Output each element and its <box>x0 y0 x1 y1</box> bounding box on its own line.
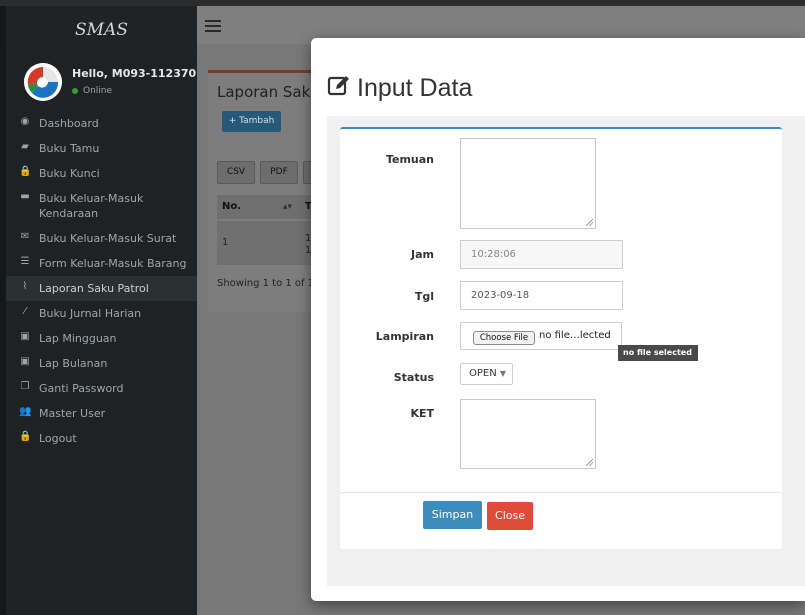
choose-file-button[interactable]: Choose File <box>473 331 535 345</box>
book-icon: ▰ <box>21 141 29 152</box>
table-cell-no: 1 <box>222 237 229 248</box>
avatar <box>24 63 62 101</box>
table-info: Showing 1 to 1 of 1 <box>217 278 315 289</box>
add-button[interactable]: + Tambah <box>222 111 281 132</box>
temuan-textarea[interactable] <box>460 138 596 229</box>
save-button[interactable]: Simpan <box>423 501 482 529</box>
app-logo-text[interactable]: SMAS <box>6 6 197 54</box>
sidebar-item-lap-mingguan[interactable]: ▣ Lap Mingguan <box>6 326 197 351</box>
sidebar-item-dashboard[interactable]: ◉ Dashboard <box>6 111 197 136</box>
sidebar-item-label: Laporan Saku Patrol <box>39 282 149 295</box>
hamburger-menu-icon[interactable] <box>205 25 221 27</box>
copy-icon: ❐ <box>20 381 30 392</box>
status-select[interactable]: OPEN ▼ <box>460 363 513 385</box>
ket-textarea[interactable] <box>460 399 596 469</box>
sidebar-menu: ◉ Dashboard ▰ Buku Tamu 🔒 Buku Kunci ▬ B… <box>6 111 197 451</box>
sidebar-item-laporan-saku-patrol[interactable]: ⌇ Laporan Saku Patrol <box>6 276 197 301</box>
paperclip-icon: ⌇ <box>22 281 28 292</box>
sidebar-item-surat[interactable]: ✉ Buku Keluar-Masuk Surat <box>6 226 197 251</box>
resize-grip-icon[interactable] <box>586 219 593 226</box>
sidebar-item-barang[interactable]: ☰ Form Keluar-Masuk Barang <box>6 251 197 276</box>
form-footer-divider <box>340 492 782 493</box>
user-panel: Hello, M093-112370 Online <box>6 54 197 110</box>
sidebar-item-label: Buku Keluar-Masuk Surat <box>39 232 177 245</box>
status-value: OPEN <box>469 368 497 379</box>
edit-icon <box>327 76 349 96</box>
table-header-label: No. <box>222 201 242 212</box>
lock-icon: 🔒 <box>19 166 32 177</box>
sidebar-item-buku-tamu[interactable]: ▰ Buku Tamu <box>6 136 197 161</box>
status-label: Status <box>393 371 434 384</box>
company-logo-icon <box>24 63 62 101</box>
list-icon: ☰ <box>20 256 30 267</box>
modal-title-text: Input Data <box>357 74 473 102</box>
user-greeting: Hello, M093-112370 <box>72 67 197 80</box>
money-icon: ▣ <box>20 356 30 367</box>
wand-icon: ⁄ <box>24 306 26 317</box>
chevron-down-icon: ▼ <box>499 369 506 378</box>
truck-icon: ▬ <box>20 191 30 202</box>
export-csv-button[interactable]: CSV <box>217 161 255 184</box>
page-title: Laporan Saku <box>217 83 320 101</box>
sidebar-item-ganti-password[interactable]: ❐ Ganti Password <box>6 376 197 401</box>
sidebar-item-jurnal-harian[interactable]: ⁄ Buku Jurnal Harian <box>6 301 197 326</box>
sidebar-item-buku-kunci[interactable]: 🔒 Buku Kunci <box>6 161 197 186</box>
close-button[interactable]: Close <box>487 502 533 530</box>
online-dot-icon <box>72 87 78 94</box>
sidebar-item-label: Buku Kunci <box>39 167 100 180</box>
dashboard-icon: ◉ <box>20 116 30 127</box>
sidebar-item-label: Lap Bulanan <box>39 357 108 370</box>
sidebar-item-label: Master User <box>39 407 106 420</box>
file-name-text: no file…lected <box>539 330 611 341</box>
report-box <box>208 70 328 312</box>
modal-title: Input Data <box>327 74 472 103</box>
export-pdf-button[interactable]: PDF <box>260 161 298 184</box>
lock-icon: 🔒 <box>19 431 32 442</box>
resize-grip-icon[interactable] <box>586 459 593 466</box>
tgl-input[interactable]: 2023-09-18 <box>460 281 623 310</box>
temuan-label: Temuan <box>385 153 434 166</box>
sort-icon: ▴▾ <box>283 202 293 212</box>
money-icon: ▣ <box>20 331 30 342</box>
lampiran-label: Lampiran <box>375 330 434 343</box>
envelope-icon: ✉ <box>20 231 30 242</box>
jam-label: Jam <box>411 248 434 261</box>
sidebar-item-label: Logout <box>39 432 77 445</box>
jam-input[interactable]: 10:28:06 <box>460 240 623 269</box>
user-status: Online <box>72 86 112 96</box>
sidebar-item-label: Buku Jurnal Harian <box>39 307 142 320</box>
sidebar-item-logout[interactable]: 🔒 Logout <box>6 426 197 451</box>
sidebar-item-lap-bulanan[interactable]: ▣ Lap Bulanan <box>6 351 197 376</box>
user-status-text: Online <box>83 86 113 96</box>
sidebar-item-label: Lap Mingguan <box>39 332 117 345</box>
sidebar-item-label: Buku Tamu <box>39 142 100 155</box>
sidebar-item-master-user[interactable]: 👥 Master User <box>6 401 197 426</box>
tgl-label: Tgl <box>414 290 434 303</box>
sidebar-item-kendaraan[interactable]: ▬ Buku Keluar-Masuk Kendaraan <box>6 186 197 226</box>
sidebar-item-label: Dashboard <box>39 117 99 130</box>
sidebar-item-label: Ganti Password <box>39 382 124 395</box>
ket-label: KET <box>410 407 434 420</box>
users-icon: 👥 <box>19 406 32 417</box>
file-tooltip: no file selected <box>618 345 698 361</box>
sidebar-item-label: Form Keluar-Masuk Barang <box>39 257 187 270</box>
sidebar-item-label: Buku Keluar-Masuk Kendaraan <box>39 192 144 220</box>
table-row[interactable]: 1 11 <box>217 221 311 265</box>
table-header-no[interactable]: No. ▴▾ T <box>217 195 312 219</box>
